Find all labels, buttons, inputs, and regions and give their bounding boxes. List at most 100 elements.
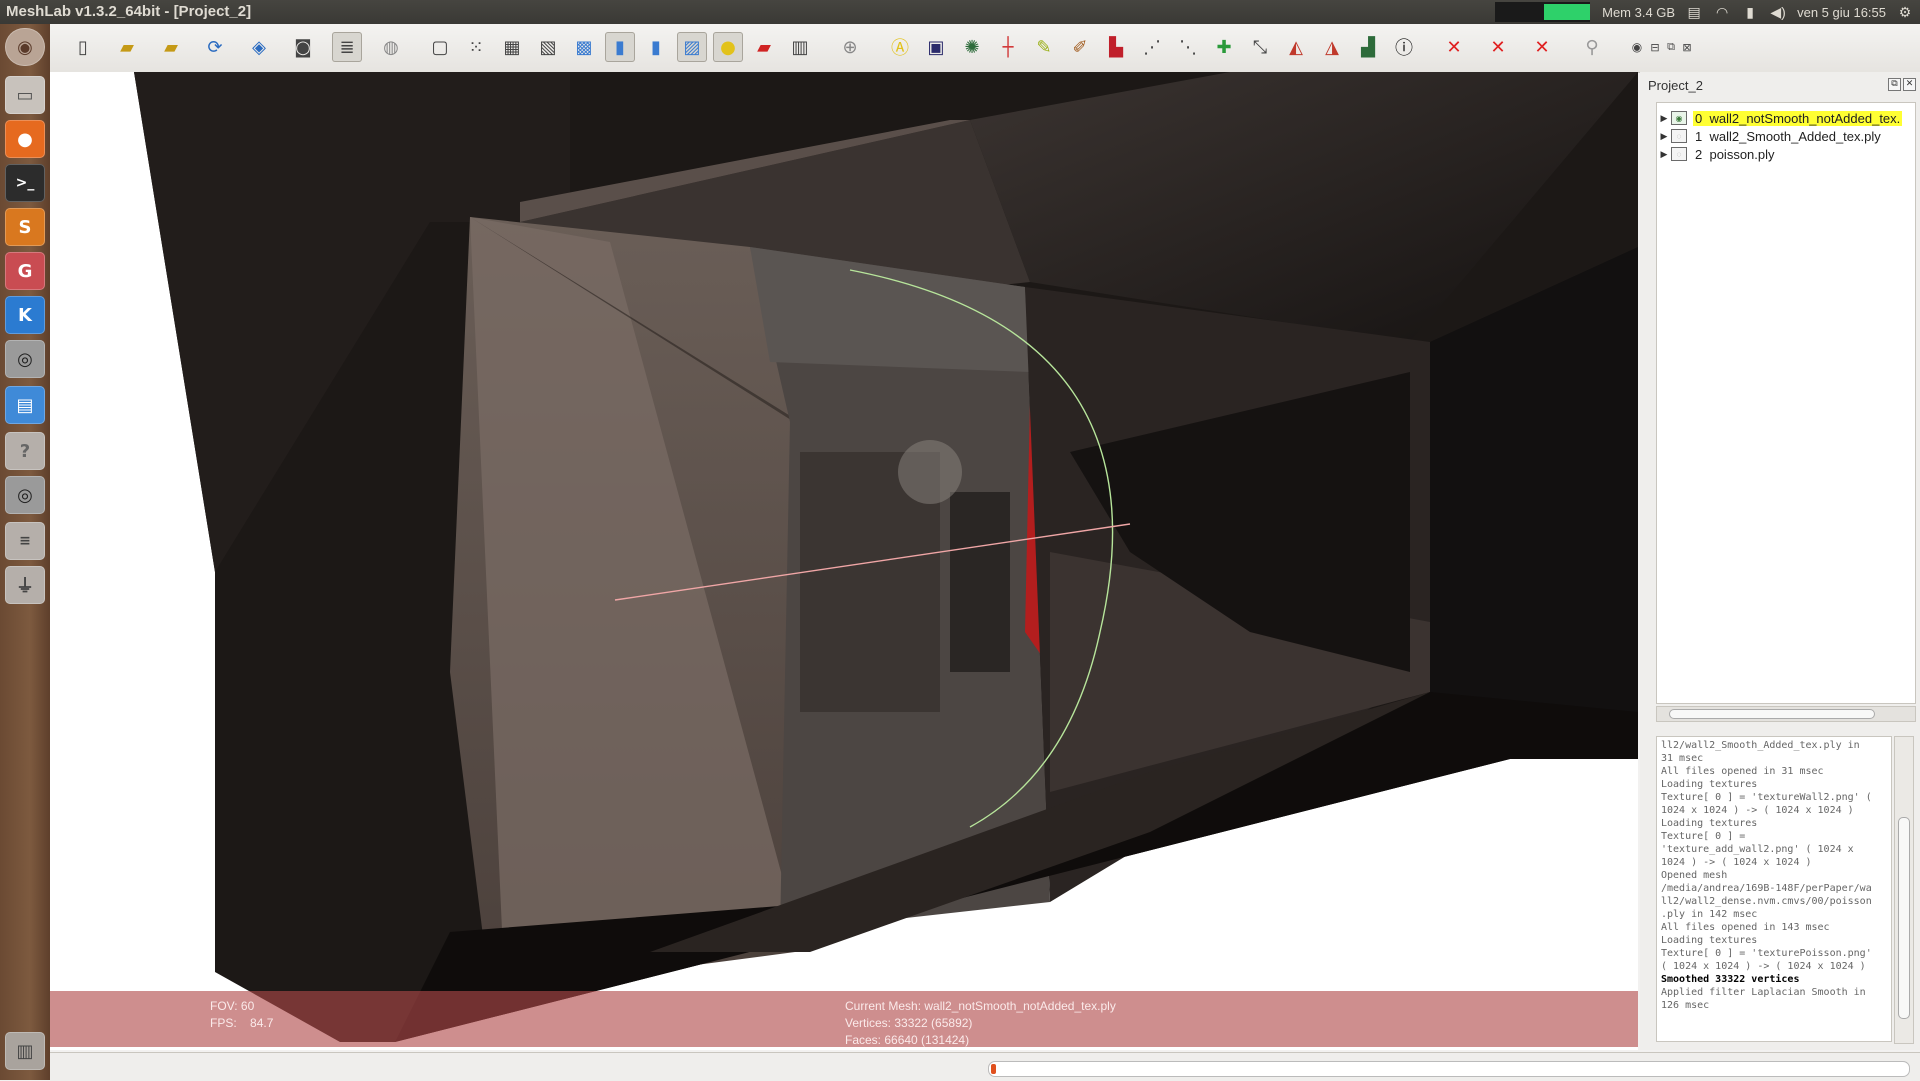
system-top-bar: MeshLab v1.3.2_64bit - [Project_2] Mem 3… <box>0 0 1920 24</box>
new-project-icon[interactable]: ▯ <box>68 32 98 62</box>
flat-lines-icon[interactable]: ▩ <box>569 32 599 62</box>
status-bar <box>50 1052 1920 1081</box>
layer-row[interactable]: ▶ ◉ 0 wall2_notSmooth_notAdded_tex. <box>1657 109 1913 127</box>
fancy-light-icon[interactable]: ▥ <box>785 32 815 62</box>
restore-window-icon[interactable]: ⧉ <box>1664 32 1678 62</box>
expand-arrow-icon[interactable]: ▶ <box>1657 131 1671 142</box>
memory-graph[interactable] <box>1495 2 1591 22</box>
log-line: ll2/wall2_dense.nvm.cmvs/00/poisson <box>1661 896 1872 907</box>
axis-icon[interactable]: ⊕ <box>835 32 865 62</box>
paint-icon[interactable]: ✐ <box>1065 32 1095 62</box>
volume-icon[interactable]: ◀) <box>1769 4 1787 20</box>
colorize-icon[interactable]: ✺ <box>957 32 987 62</box>
manipulator-icon[interactable]: ✚ <box>1209 32 1239 62</box>
expand-arrow-icon[interactable]: ▶ <box>1657 149 1671 160</box>
bbox-icon[interactable]: ▢ <box>425 32 455 62</box>
info-icon[interactable]: ⓘ <box>1389 32 1419 62</box>
layer-list: ▶ ◉ 0 wall2_notSmooth_notAdded_tex. ▶ ◌ … <box>1656 102 1916 704</box>
memory-label[interactable]: Mem 3.4 GB <box>1602 5 1675 20</box>
3d-viewport[interactable]: FOV: 60 FPS: 84.7 Current Mesh: wall2_no… <box>50 72 1638 1050</box>
keyboard-icon[interactable]: ▤ <box>1685 4 1703 20</box>
layer-dialog: Project_2 ⧉ ✕ ▶ ◉ 0 wall2_notSmooth_notA… <box>1640 72 1920 1050</box>
delete-all-icon[interactable]: ✕ <box>1527 32 1557 62</box>
files-icon[interactable]: ▭ <box>5 76 45 114</box>
pick-points-icon[interactable]: ✎ <box>1029 32 1059 62</box>
quality-map-icon[interactable]: ◮ <box>1317 32 1347 62</box>
select-vertices-icon[interactable]: ⋰ <box>1137 32 1167 62</box>
wifi-icon[interactable]: ◠ <box>1713 4 1731 20</box>
raster-icon[interactable]: ◭ <box>1281 32 1311 62</box>
log-vertical-scrollbar[interactable] <box>1894 736 1914 1044</box>
texture-icon[interactable]: ▨ <box>677 32 707 62</box>
writer-icon[interactable]: ▤ <box>5 386 45 424</box>
sublime-icon[interactable]: S <box>5 208 45 246</box>
flat-icon[interactable]: ▮ <box>605 32 635 62</box>
log-panel: ll2/wall2_Smooth_Added_tex.ply in 31 mse… <box>1656 736 1892 1042</box>
eye-app-icon-2[interactable]: ◎ <box>5 476 45 514</box>
app-icon[interactable]: G <box>5 252 45 290</box>
search-icon[interactable]: ⚲ <box>1577 32 1607 62</box>
wireframe-icon[interactable]: ▦ <box>497 32 527 62</box>
hidden-lines-icon[interactable]: ▧ <box>533 32 563 62</box>
select-faces-icon[interactable]: ▙ <box>1101 32 1131 62</box>
window-title: MeshLab v1.3.2_64bit - [Project_2] <box>6 3 252 20</box>
layer-name: poisson.ply <box>1709 146 1775 162</box>
dash-icon[interactable]: ◉ <box>5 28 45 66</box>
dock-close-icon[interactable]: ✕ <box>1903 78 1916 91</box>
expand-arrow-icon[interactable]: ▶ <box>1657 113 1671 124</box>
points-icon[interactable]: ⁙ <box>461 32 491 62</box>
faces-label: Faces: 66640 (131424) <box>845 1033 970 1047</box>
layers-icon[interactable]: ≣ <box>332 32 362 62</box>
trackball-icon[interactable]: ◍ <box>376 32 406 62</box>
log-line: All files opened in 143 msec <box>1661 922 1830 933</box>
snapshot-icon[interactable]: ◙ <box>288 32 318 62</box>
battery-icon[interactable]: ▮ <box>1741 4 1759 20</box>
launcher: ◉ ▭ ● >_ S G K ◎ ▤ ? ◎ ≡ ⏚ ▥ <box>0 24 50 1080</box>
layer-index: 2 <box>1695 146 1703 162</box>
terminal-icon[interactable]: >_ <box>5 164 45 202</box>
log-line: Texture[ 0 ] = 'textureWall2.png' ( <box>1661 792 1872 803</box>
firefox-icon[interactable]: ● <box>5 120 45 158</box>
log-line: All files opened in 31 msec <box>1661 766 1824 777</box>
delete-faces-icon[interactable]: ✕ <box>1439 32 1469 62</box>
log-line: Loading textures <box>1661 818 1758 829</box>
visibility-eye-icon[interactable]: ◌ <box>1671 147 1687 161</box>
measure-icon[interactable]: ┼ <box>993 32 1023 62</box>
layer-row[interactable]: ▶ ◌ 1 wall2_Smooth_Added_tex.ply <box>1657 127 1913 145</box>
clock[interactable]: ven 5 giu 16:55 <box>1797 5 1886 20</box>
log-line: 126 msec <box>1661 1000 1710 1011</box>
fps-text: FPS: <box>210 1016 237 1030</box>
trash-icon[interactable]: ▥ <box>5 1032 45 1070</box>
gear-icon[interactable]: ⚙ <box>1896 4 1914 20</box>
align-icon[interactable]: ⤡ <box>1245 32 1275 62</box>
annotation-icon[interactable]: Ⓐ <box>885 32 915 62</box>
dock-float-icon[interactable]: ⧉ <box>1888 78 1901 91</box>
help-icon[interactable]: ? <box>5 432 45 470</box>
open-project-icon[interactable]: ▰ <box>112 32 142 62</box>
smooth-icon[interactable]: ▮ <box>641 32 671 62</box>
config-icon[interactable]: ≡ <box>5 522 45 560</box>
import-mesh-icon[interactable]: ▰ <box>156 32 186 62</box>
light-icon[interactable]: ● <box>713 32 743 62</box>
visibility-eye-icon[interactable]: ◌ <box>1671 129 1687 143</box>
usb-icon[interactable]: ⏚ <box>5 566 45 604</box>
horizontal-scrollbar[interactable] <box>1656 706 1916 722</box>
visibility-eye-icon[interactable]: ◉ <box>1671 111 1687 125</box>
render-icon[interactable]: ▣ <box>921 32 951 62</box>
eye-icon[interactable]: ◉ <box>1628 32 1646 62</box>
select-region-icon[interactable]: ▟ <box>1353 32 1383 62</box>
eye-app-icon[interactable]: ◎ <box>5 340 45 378</box>
export-mesh-icon[interactable]: ◈ <box>244 32 274 62</box>
reload-icon[interactable]: ⟳ <box>200 32 230 62</box>
kde-icon[interactable]: K <box>5 296 45 334</box>
mesh-render[interactable] <box>50 72 1638 1050</box>
close-window-icon[interactable]: ⊠ <box>1680 32 1694 62</box>
delete-vertices-icon[interactable]: ✕ <box>1483 32 1513 62</box>
minimize-window-icon[interactable]: ⊟ <box>1648 32 1662 62</box>
layer-row[interactable]: ▶ ◌ 2 poisson.ply <box>1657 145 1913 163</box>
double-light-icon[interactable]: ▰ <box>749 32 779 62</box>
log-line: Loading textures <box>1661 779 1758 790</box>
select-connected-icon[interactable]: ⋱ <box>1173 32 1203 62</box>
log-line: ll2/wall2_Smooth_Added_tex.ply in <box>1661 740 1860 751</box>
fps-value: 84.7 <box>250 1016 274 1030</box>
